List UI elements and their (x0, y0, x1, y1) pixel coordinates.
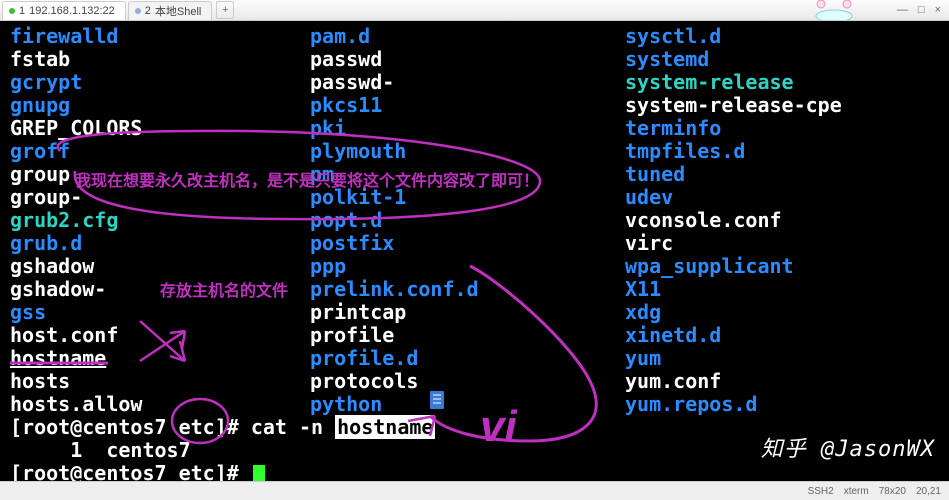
ls-entry: hosts.allow (10, 393, 310, 416)
ls-entry: passwd (310, 48, 625, 71)
ls-entry: X11 (625, 278, 939, 301)
minimize-button[interactable]: — (897, 4, 908, 16)
close-button[interactable]: × (935, 4, 941, 16)
ls-column-2: pam.d passwd passwd- pkcs11 pki plymouth… (310, 25, 625, 416)
ls-column-3: sysctl.d systemd system-release system-r… (625, 25, 939, 416)
status-pos: 20,21 (916, 486, 941, 497)
tab-index: 1 (19, 5, 25, 17)
window-controls: — □ × (897, 4, 949, 16)
ls-entry: popt.d (310, 209, 625, 232)
ls-entry: polkit-1 (310, 186, 625, 209)
ls-entry: pam.d (310, 25, 625, 48)
ls-entry: yum.conf (625, 370, 939, 393)
ls-entry: printcap (310, 301, 625, 324)
ls-entry: fstab (10, 48, 310, 71)
status-bar: SSH2 xterm 78x20 20,21 (0, 481, 949, 500)
ls-entry: group (10, 163, 310, 186)
cursor-icon (253, 465, 265, 481)
status-dot-icon (9, 8, 15, 14)
ls-entry: sysctl.d (625, 25, 939, 48)
tab-local-shell[interactable]: 2 本地Shell (128, 1, 213, 20)
ls-entry: python (310, 393, 625, 416)
status-ssh: SSH2 (808, 486, 834, 497)
ls-entry: tmpfiles.d (625, 140, 939, 163)
ls-entry: host.conf (10, 324, 310, 347)
prompt-line-2: [root@centos7 etc]# (0, 462, 949, 481)
ls-entry: yum (625, 347, 939, 370)
tab-label: 本地Shell (155, 3, 201, 19)
ls-entry: profile.d (310, 347, 625, 370)
ls-entry: pki (310, 117, 625, 140)
add-tab-button[interactable]: + (216, 1, 234, 19)
ls-entry: passwd- (310, 71, 625, 94)
ls-entry: system-release (625, 71, 939, 94)
ls-entry: ppp (310, 255, 625, 278)
mascot-icon (799, 0, 869, 20)
ls-entry: groff (10, 140, 310, 163)
window-titlebar: 1 192.168.1.132:22 2 本地Shell + — □ × (0, 0, 949, 21)
ls-entry: systemd (625, 48, 939, 71)
ls-entry: gcrypt (10, 71, 310, 94)
highlighted-arg: hostname (335, 415, 435, 439)
ls-entry: yum.repos.d (625, 393, 939, 416)
ls-entry: prelink.conf.d (310, 278, 625, 301)
ls-entry: gnupg (10, 94, 310, 117)
ls-entry: xinetd.d (625, 324, 939, 347)
status-term: xterm (844, 486, 869, 497)
status-size: 78x20 (879, 486, 906, 497)
ls-entry: terminfo (625, 117, 939, 140)
terminal[interactable]: firewalld fstab gcrypt gnupg GREP_COLORS… (0, 21, 949, 481)
ls-entry: GREP_COLORS (10, 117, 310, 140)
ls-entry: group- (10, 186, 310, 209)
tab-index: 2 (145, 5, 151, 17)
ls-entry: gss (10, 301, 310, 324)
ls-column-1: firewalld fstab gcrypt gnupg GREP_COLORS… (10, 25, 310, 416)
ls-entry: grub2.cfg (10, 209, 310, 232)
ls-entry: profile (310, 324, 625, 347)
ls-entry: grub.d (10, 232, 310, 255)
ls-entry: vconsole.conf (625, 209, 939, 232)
tab-ssh[interactable]: 1 192.168.1.132:22 (2, 1, 126, 20)
prompt-line-1: [root@centos7 etc]# cat -n hostname (0, 416, 949, 439)
ls-entry: pm (310, 163, 625, 186)
ls-entry: firewalld (10, 25, 310, 48)
ls-entry: gshadow (10, 255, 310, 278)
ls-entry: hosts (10, 370, 310, 393)
maximize-button[interactable]: □ (918, 4, 925, 16)
tab-label: 192.168.1.132:22 (29, 5, 115, 17)
ls-entry: pkcs11 (310, 94, 625, 117)
ls-entry: protocols (310, 370, 625, 393)
ls-entry: gshadow- (10, 278, 310, 301)
status-dot-icon (135, 8, 141, 14)
ls-entry: postfix (310, 232, 625, 255)
ls-entry: plymouth (310, 140, 625, 163)
watermark: 知乎 @JasonWX (761, 438, 935, 461)
ls-entry: system-release-cpe (625, 94, 939, 117)
ls-entry: xdg (625, 301, 939, 324)
ls-entry: tuned (625, 163, 939, 186)
ls-output: firewalld fstab gcrypt gnupg GREP_COLORS… (0, 21, 949, 416)
ls-entry-hostname: hostname (10, 347, 310, 370)
ls-entry: udev (625, 186, 939, 209)
ls-entry: virc (625, 232, 939, 255)
ls-entry: wpa_supplicant (625, 255, 939, 278)
